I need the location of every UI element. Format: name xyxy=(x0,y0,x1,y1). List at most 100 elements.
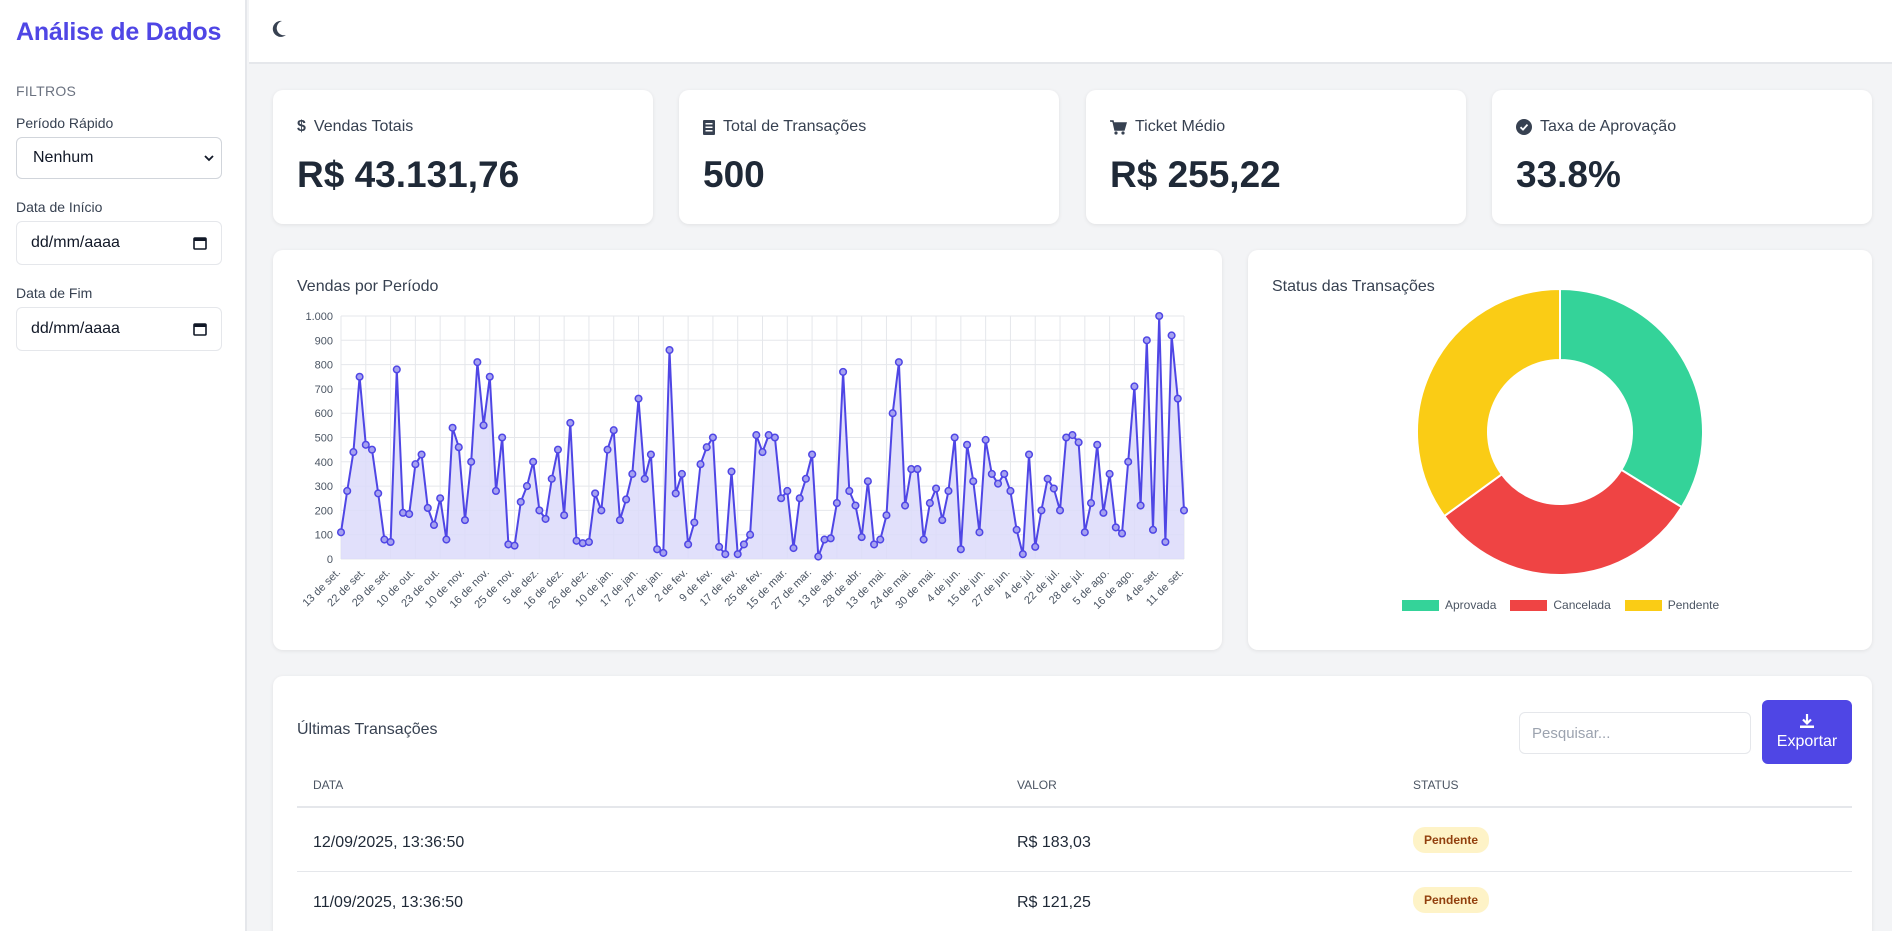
export-button[interactable]: Exportar xyxy=(1762,700,1852,764)
data-point xyxy=(863,477,872,486)
table-row[interactable]: 11/09/2025, 13:36:50 R$ 121,25 Pendente xyxy=(297,872,1852,931)
data-point xyxy=(454,443,463,452)
data-point xyxy=(938,516,947,525)
y-tick-label: 700 xyxy=(315,384,333,396)
legend-item-approved[interactable]: Aprovada xyxy=(1402,598,1496,612)
donut-slice-pending xyxy=(1416,287,1561,518)
kpi-value: R$ 43.131,76 xyxy=(297,154,520,195)
data-point xyxy=(758,448,767,457)
data-point xyxy=(510,541,519,550)
data-point xyxy=(981,435,990,444)
data-point xyxy=(1006,486,1015,496)
data-point xyxy=(944,486,953,496)
data-point xyxy=(429,520,439,530)
data-point xyxy=(956,545,965,554)
kpi-card-average-ticket: Ticket Médio R$ 255,22 xyxy=(1086,90,1466,224)
legend-swatch xyxy=(1402,599,1439,611)
kpi-title: Taxa de Aprovação xyxy=(1540,118,1677,135)
data-point xyxy=(560,511,569,520)
filters-label: FILTROS xyxy=(16,83,77,99)
data-point xyxy=(1117,529,1127,538)
chevron-down-icon xyxy=(204,155,214,162)
data-point xyxy=(529,457,538,466)
data-point xyxy=(436,494,445,503)
data-point xyxy=(882,511,891,520)
column-header-date[interactable]: DATA xyxy=(313,778,343,792)
moon-icon[interactable] xyxy=(270,19,288,39)
data-point xyxy=(653,545,662,554)
data-point xyxy=(770,433,779,442)
data-point xyxy=(516,497,525,506)
data-point xyxy=(553,445,562,454)
kpi-card-total-sales: $ Vendas Totais R$ 43.131,76 xyxy=(273,90,653,224)
data-point xyxy=(460,516,470,525)
data-point xyxy=(535,506,544,515)
data-point xyxy=(566,418,575,427)
legend-swatch xyxy=(1510,599,1548,611)
data-point xyxy=(1080,528,1089,537)
legend-item-pending[interactable]: Pendente xyxy=(1624,598,1719,612)
data-point xyxy=(1086,499,1096,508)
data-point xyxy=(1043,474,1052,483)
data-point xyxy=(1173,394,1182,403)
y-tick-label: 1.000 xyxy=(305,311,333,323)
legend-item-cancelled[interactable]: Cancelada xyxy=(1510,598,1611,612)
data-point xyxy=(708,433,717,442)
calendar-icon[interactable] xyxy=(193,322,207,336)
data-point xyxy=(547,474,556,483)
y-tick-label: 500 xyxy=(315,433,333,445)
status-donut-chart xyxy=(1416,287,1704,576)
data-point xyxy=(1012,525,1021,534)
quick-period-select[interactable]: Nenhum xyxy=(16,137,222,179)
kpi-title: Vendas Totais xyxy=(313,118,414,135)
data-point xyxy=(336,528,346,537)
data-point xyxy=(1179,506,1189,515)
data-point xyxy=(367,445,377,454)
data-point xyxy=(1055,506,1065,515)
quick-period-value: Nenhum xyxy=(33,149,94,166)
data-point xyxy=(963,440,972,449)
data-point xyxy=(374,489,383,498)
start-date-input[interactable]: dd/mm/aaaa xyxy=(16,221,222,265)
calendar-icon[interactable] xyxy=(193,236,207,250)
data-point xyxy=(1049,484,1058,493)
data-point xyxy=(876,535,885,544)
kpi-value: R$ 255,22 xyxy=(1110,154,1281,195)
data-point xyxy=(1130,382,1139,391)
status-legend: Aprovada Cancelada Pendente xyxy=(1402,598,1719,612)
topbar xyxy=(249,0,1892,64)
data-point xyxy=(541,514,550,523)
search-input[interactable]: Pesquisar... xyxy=(1519,712,1751,754)
data-point xyxy=(746,530,755,539)
data-point xyxy=(839,367,848,376)
legend-label: Cancelada xyxy=(1553,598,1611,612)
row-value: R$ 183,03 xyxy=(1017,834,1091,851)
table-row[interactable]: 12/09/2025, 13:36:50 R$ 183,03 Pendente xyxy=(297,812,1852,872)
data-point xyxy=(814,552,823,561)
column-header-value[interactable]: VALOR xyxy=(1017,778,1057,792)
data-point xyxy=(721,550,730,559)
data-point xyxy=(411,460,420,469)
data-point xyxy=(1161,537,1170,547)
data-point xyxy=(498,433,507,442)
data-point xyxy=(1000,469,1009,478)
data-point xyxy=(1142,336,1151,345)
data-point xyxy=(1068,431,1077,440)
check-circle-icon xyxy=(1516,119,1532,135)
row-date: 12/09/2025, 13:36:50 xyxy=(313,834,465,851)
data-point xyxy=(355,372,364,381)
data-point xyxy=(1099,508,1108,517)
data-point xyxy=(609,426,618,435)
table-header: DATA VALOR STATUS xyxy=(297,776,1852,808)
data-point xyxy=(715,542,724,551)
data-point xyxy=(845,486,854,496)
data-point xyxy=(479,421,488,430)
sales-chart: 01002003004005006007008009001.00013 de s… xyxy=(300,311,1189,612)
data-point xyxy=(597,506,606,515)
data-point xyxy=(1155,311,1164,321)
data-point xyxy=(913,465,922,474)
data-point xyxy=(634,394,643,403)
column-header-status[interactable]: STATUS xyxy=(1413,778,1459,792)
end-date-input[interactable]: dd/mm/aaaa xyxy=(16,307,222,351)
data-point xyxy=(473,358,482,367)
